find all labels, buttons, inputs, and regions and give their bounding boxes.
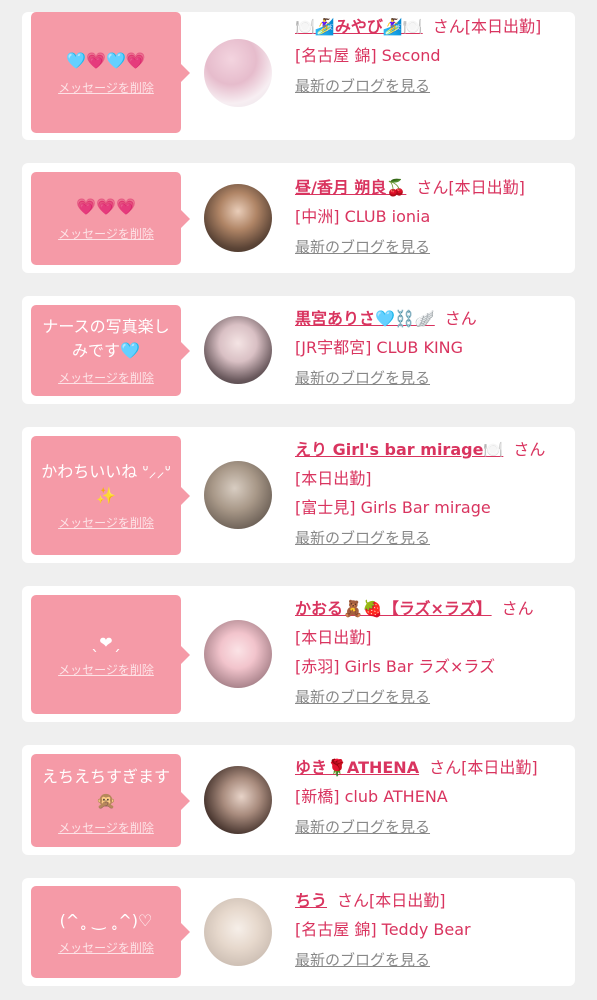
message-bubble: 💗💗💗 メッセージを削除 <box>31 172 190 265</box>
latest-blog-link[interactable]: 最新のブログを見る <box>295 683 430 712</box>
cast-info: 黒宮ありさ🩵⛓️🪽 さん [JR宇都宮] CLUB KING 最新のブログを見る <box>295 304 569 393</box>
delete-message-link[interactable]: メッセージを削除 <box>58 514 154 531</box>
delete-message-link[interactable]: メッセージを削除 <box>58 369 154 386</box>
message-text: 💗💗💗 <box>76 197 136 216</box>
message-text: ˎ❤︎ˏ <box>91 633 121 652</box>
status-badge: [本日出勤] <box>295 628 372 647</box>
message-bubble: (^˳ ‿ ˳^)♡ メッセージを削除 <box>31 886 190 978</box>
message-text: えちえちすぎます🙊 <box>41 767 170 810</box>
cast-info: えり Girl's bar mirage🍽️ さん [本日出勤] [富士見] Gi… <box>295 435 569 553</box>
cast-info: ちう さん[本日出勤] [名古屋 錦] Teddy Bear 最新のブログを見る <box>295 886 569 975</box>
avatar[interactable] <box>204 461 272 529</box>
cast-info: かおる🧸🍓【ラズ×ラズ】 さん [本日出勤] [赤羽] Girls Bar ラズ×… <box>295 594 569 712</box>
honorific: さん <box>501 599 534 618</box>
message-card: (^˳ ‿ ˳^)♡ メッセージを削除 ちう さん[本日出勤] [名古屋 錦] T… <box>22 878 575 986</box>
shop-info: [中洲] CLUB ionia <box>295 207 431 226</box>
message-text: ナースの写真楽しみです🩵 <box>42 317 170 360</box>
latest-blog-link[interactable]: 最新のブログを見る <box>295 72 430 101</box>
shop-info: [富士見] Girls Bar mirage <box>295 498 491 517</box>
delete-message-link[interactable]: メッセージを削除 <box>58 79 154 96</box>
honorific: さん <box>513 440 546 459</box>
avatar[interactable] <box>204 620 272 688</box>
cast-name-link[interactable]: 黒宮ありさ🩵⛓️🪽 <box>295 309 435 328</box>
shop-info: [JR宇都宮] CLUB KING <box>295 338 464 357</box>
shop-info: [赤羽] Girls Bar ラズ×ラズ <box>295 657 496 676</box>
delete-message-link[interactable]: メッセージを削除 <box>58 939 154 956</box>
avatar[interactable] <box>204 184 272 252</box>
shop-info: [新橋] club ATHENA <box>295 787 448 806</box>
delete-message-link[interactable]: メッセージを削除 <box>58 661 154 678</box>
shop-info: [名古屋 錦] Teddy Bear <box>295 920 471 939</box>
message-card: ˎ❤︎ˏ メッセージを削除 かおる🧸🍓【ラズ×ラズ】 さん [本日出勤] [赤羽]… <box>22 586 575 722</box>
cast-name-link[interactable]: かおる🧸🍓【ラズ×ラズ】 <box>295 599 492 618</box>
status-badge: [本日出勤] <box>295 469 372 488</box>
cast-name-link[interactable]: ちう <box>295 891 327 910</box>
latest-blog-link[interactable]: 最新のブログを見る <box>295 233 430 262</box>
honorific: さん <box>337 891 370 910</box>
status-badge: [本日出勤] <box>448 178 525 197</box>
cast-name-link[interactable]: ゆき🌹ATHENA <box>295 758 419 777</box>
message-card: かわちいいね ᐡ⸝⸝ᐡ✨ メッセージを削除 えり Girl's bar mira… <box>22 427 575 563</box>
message-text: かわちいいね ᐡ⸝⸝ᐡ✨ <box>41 462 171 505</box>
delete-message-link[interactable]: メッセージを削除 <box>58 225 154 242</box>
delete-message-link[interactable]: メッセージを削除 <box>58 819 154 836</box>
status-badge: [本日出勤] <box>461 758 538 777</box>
message-card: ナースの写真楽しみです🩵 メッセージを削除 黒宮ありさ🩵⛓️🪽 さん [JR宇都宮… <box>22 296 575 404</box>
cast-info: 🍽️🏄‍♀️みやび🏄‍♀️🍽️ さん[本日出勤] [名古屋 錦] Second 最… <box>295 12 569 101</box>
message-text: 🩵💗🩵💗 <box>66 51 146 70</box>
message-card: 🩵💗🩵💗 メッセージを削除 🍽️🏄‍♀️みやび🏄‍♀️🍽️ さん[本日出勤] [名… <box>22 12 575 140</box>
honorific: さん <box>444 309 477 328</box>
status-badge: [本日出勤] <box>369 891 446 910</box>
message-card: えちえちすぎます🙊 メッセージを削除 ゆき🌹ATHENA さん[本日出勤] [新橋… <box>22 745 575 855</box>
status-badge: [本日出勤] <box>464 17 542 36</box>
avatar[interactable] <box>204 766 272 834</box>
honorific: さん <box>432 17 465 36</box>
message-bubble: かわちいいね ᐡ⸝⸝ᐡ✨ メッセージを削除 <box>31 436 190 555</box>
message-bubble: えちえちすぎます🙊 メッセージを削除 <box>31 754 190 847</box>
latest-blog-link[interactable]: 最新のブログを見る <box>295 946 430 975</box>
honorific: さん <box>429 758 462 777</box>
message-card: 💗💗💗 メッセージを削除 昼/香月 朔良🍒 さん[本日出勤] [中洲] CLUB … <box>22 163 575 273</box>
avatar[interactable] <box>204 898 272 966</box>
shop-info: [名古屋 錦] Second <box>295 46 441 65</box>
honorific: さん <box>416 178 449 197</box>
message-text: (^˳ ‿ ˳^)♡ <box>59 910 153 930</box>
cast-info: 昼/香月 朔良🍒 さん[本日出勤] [中洲] CLUB ionia 最新のブログを… <box>295 173 569 262</box>
message-bubble: 🩵💗🩵💗 メッセージを削除 <box>31 12 190 133</box>
message-bubble: ˎ❤︎ˏ メッセージを削除 <box>31 595 190 714</box>
cast-name-link[interactable]: 🍽️🏄‍♀️みやび🏄‍♀️🍽️ <box>295 17 423 36</box>
latest-blog-link[interactable]: 最新のブログを見る <box>295 524 430 553</box>
latest-blog-link[interactable]: 最新のブログを見る <box>295 364 430 393</box>
cast-name-link[interactable]: えり Girl's bar mirage🍽️ <box>295 440 503 459</box>
cast-info: ゆき🌹ATHENA さん[本日出勤] [新橋] club ATHENA 最新のブロ… <box>295 753 569 842</box>
avatar[interactable] <box>204 39 272 107</box>
avatar[interactable] <box>204 316 272 384</box>
message-bubble: ナースの写真楽しみです🩵 メッセージを削除 <box>31 305 190 396</box>
cast-name-link[interactable]: 昼/香月 朔良🍒 <box>295 178 406 197</box>
latest-blog-link[interactable]: 最新のブログを見る <box>295 813 430 842</box>
